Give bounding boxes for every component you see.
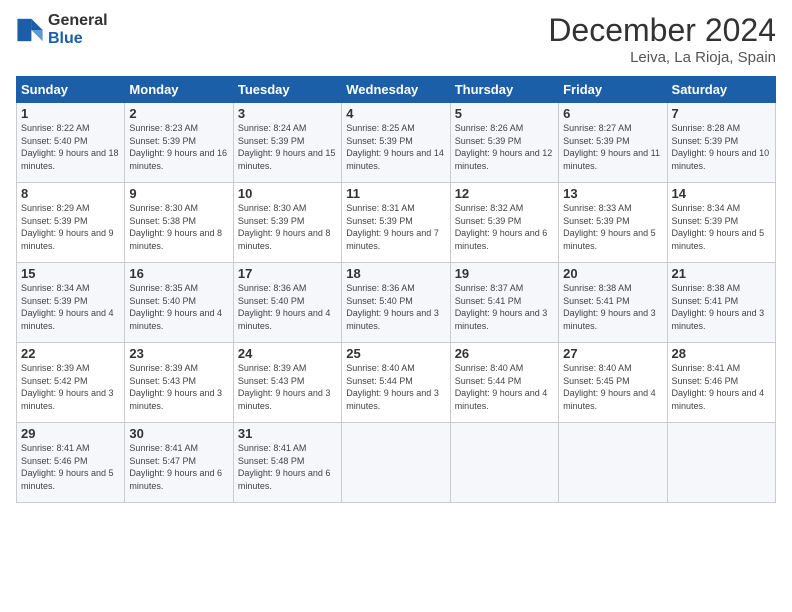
day-cell: 5Sunrise: 8:26 AMSunset: 5:39 PMDaylight… (450, 103, 558, 183)
title-block: December 2024 Leiva, La Rioja, Spain (548, 12, 776, 66)
logo-text: General Blue (48, 12, 108, 47)
day-cell (342, 423, 450, 503)
calendar-week-3: 15Sunrise: 8:34 AMSunset: 5:39 PMDayligh… (17, 263, 776, 343)
day-cell: 15Sunrise: 8:34 AMSunset: 5:39 PMDayligh… (17, 263, 125, 343)
day-1: 1Sunrise: 8:22 AMSunset: 5:40 PMDaylight… (17, 103, 125, 183)
header: General Blue December 2024 Leiva, La Rio… (16, 12, 776, 66)
day-cell: 4Sunrise: 8:25 AMSunset: 5:39 PMDaylight… (342, 103, 450, 183)
col-tuesday: Tuesday (233, 77, 341, 103)
day-cell: 30Sunrise: 8:41 AMSunset: 5:47 PMDayligh… (125, 423, 233, 503)
header-row: Sunday Monday Tuesday Wednesday Thursday… (17, 77, 776, 103)
day-cell: 8Sunrise: 8:29 AMSunset: 5:39 PMDaylight… (17, 183, 125, 263)
col-sunday: Sunday (17, 77, 125, 103)
day-cell: 11Sunrise: 8:31 AMSunset: 5:39 PMDayligh… (342, 183, 450, 263)
day-cell: 19Sunrise: 8:37 AMSunset: 5:41 PMDayligh… (450, 263, 558, 343)
day-cell: 20Sunrise: 8:38 AMSunset: 5:41 PMDayligh… (559, 263, 667, 343)
day-cell: 9Sunrise: 8:30 AMSunset: 5:38 PMDaylight… (125, 183, 233, 263)
day-cell: 7Sunrise: 8:28 AMSunset: 5:39 PMDaylight… (667, 103, 775, 183)
location: Leiva, La Rioja, Spain (548, 49, 776, 66)
col-thursday: Thursday (450, 77, 558, 103)
month-title: December 2024 (548, 12, 776, 49)
page-container: General Blue December 2024 Leiva, La Rio… (0, 0, 792, 511)
day-cell (450, 423, 558, 503)
col-monday: Monday (125, 77, 233, 103)
calendar-week-4: 22Sunrise: 8:39 AMSunset: 5:42 PMDayligh… (17, 343, 776, 423)
calendar-week-1: 1Sunrise: 8:22 AMSunset: 5:40 PMDaylight… (17, 103, 776, 183)
day-cell: 22Sunrise: 8:39 AMSunset: 5:42 PMDayligh… (17, 343, 125, 423)
calendar-table: Sunday Monday Tuesday Wednesday Thursday… (16, 76, 776, 503)
day-cell: 18Sunrise: 8:36 AMSunset: 5:40 PMDayligh… (342, 263, 450, 343)
col-saturday: Saturday (667, 77, 775, 103)
day-cell (667, 423, 775, 503)
day-cell: 31Sunrise: 8:41 AMSunset: 5:48 PMDayligh… (233, 423, 341, 503)
day-cell: 25Sunrise: 8:40 AMSunset: 5:44 PMDayligh… (342, 343, 450, 423)
col-wednesday: Wednesday (342, 77, 450, 103)
calendar-week-5: 29Sunrise: 8:41 AMSunset: 5:46 PMDayligh… (17, 423, 776, 503)
day-cell: 14Sunrise: 8:34 AMSunset: 5:39 PMDayligh… (667, 183, 775, 263)
day-cell: 6Sunrise: 8:27 AMSunset: 5:39 PMDaylight… (559, 103, 667, 183)
day-cell: 12Sunrise: 8:32 AMSunset: 5:39 PMDayligh… (450, 183, 558, 263)
day-cell: 10Sunrise: 8:30 AMSunset: 5:39 PMDayligh… (233, 183, 341, 263)
day-cell: 2Sunrise: 8:23 AMSunset: 5:39 PMDaylight… (125, 103, 233, 183)
day-cell: 16Sunrise: 8:35 AMSunset: 5:40 PMDayligh… (125, 263, 233, 343)
col-friday: Friday (559, 77, 667, 103)
day-cell: 27Sunrise: 8:40 AMSunset: 5:45 PMDayligh… (559, 343, 667, 423)
day-cell: 3Sunrise: 8:24 AMSunset: 5:39 PMDaylight… (233, 103, 341, 183)
day-cell: 29Sunrise: 8:41 AMSunset: 5:46 PMDayligh… (17, 423, 125, 503)
day-cell: 26Sunrise: 8:40 AMSunset: 5:44 PMDayligh… (450, 343, 558, 423)
logo-icon (16, 16, 44, 44)
day-cell: 21Sunrise: 8:38 AMSunset: 5:41 PMDayligh… (667, 263, 775, 343)
day-cell: 28Sunrise: 8:41 AMSunset: 5:46 PMDayligh… (667, 343, 775, 423)
day-cell: 17Sunrise: 8:36 AMSunset: 5:40 PMDayligh… (233, 263, 341, 343)
day-cell: 24Sunrise: 8:39 AMSunset: 5:43 PMDayligh… (233, 343, 341, 423)
day-cell: 13Sunrise: 8:33 AMSunset: 5:39 PMDayligh… (559, 183, 667, 263)
calendar-week-2: 8Sunrise: 8:29 AMSunset: 5:39 PMDaylight… (17, 183, 776, 263)
day-cell: 23Sunrise: 8:39 AMSunset: 5:43 PMDayligh… (125, 343, 233, 423)
logo: General Blue (16, 12, 108, 47)
day-cell (559, 423, 667, 503)
